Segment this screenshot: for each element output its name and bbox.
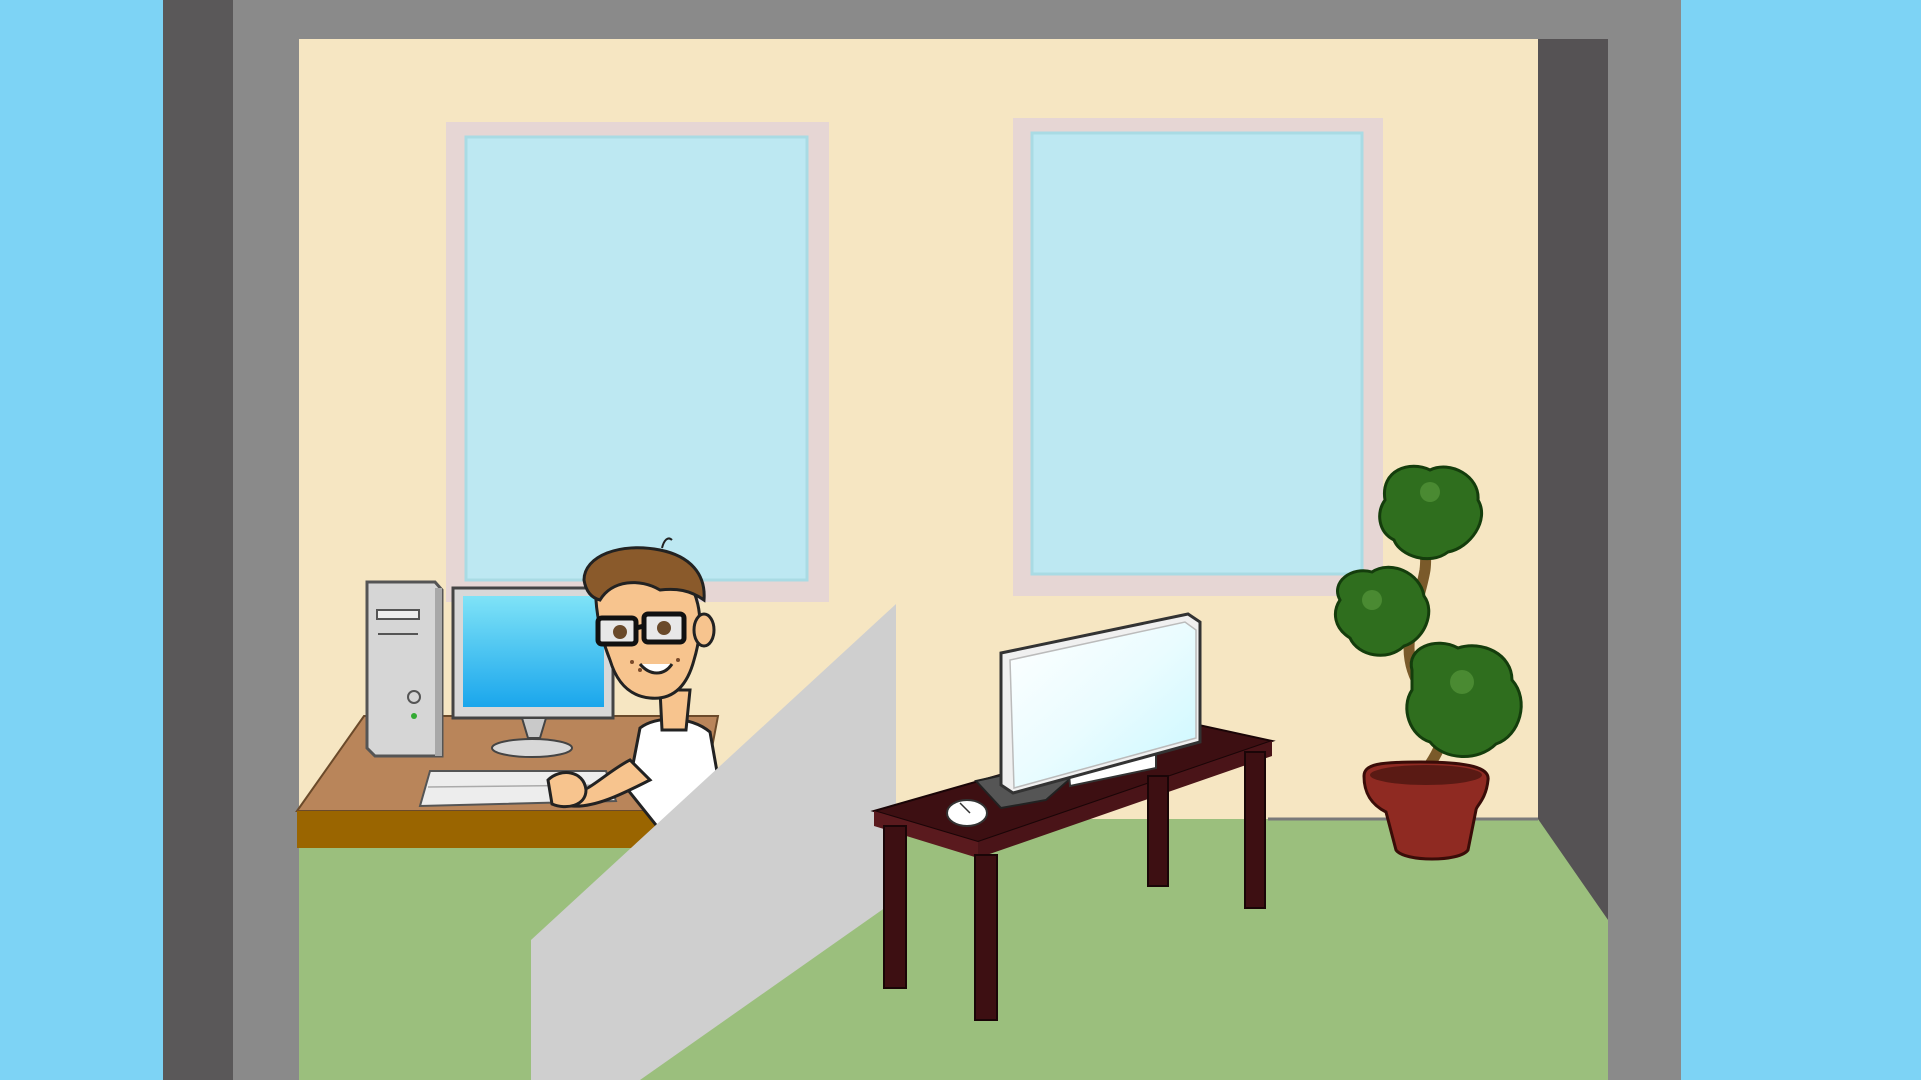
window-right — [1013, 118, 1383, 596]
table-leg-back-left — [1147, 775, 1169, 887]
pc-tower — [365, 580, 444, 758]
table-leg-front-left — [883, 825, 907, 989]
building-frame-left-dark — [163, 0, 233, 1080]
window-left — [446, 122, 829, 602]
table-leg-front-right — [974, 854, 998, 1021]
office-scene — [0, 0, 1921, 1080]
mouse — [946, 799, 988, 827]
right-side-wall — [1538, 39, 1608, 920]
table-leg-back-right — [1244, 751, 1266, 909]
